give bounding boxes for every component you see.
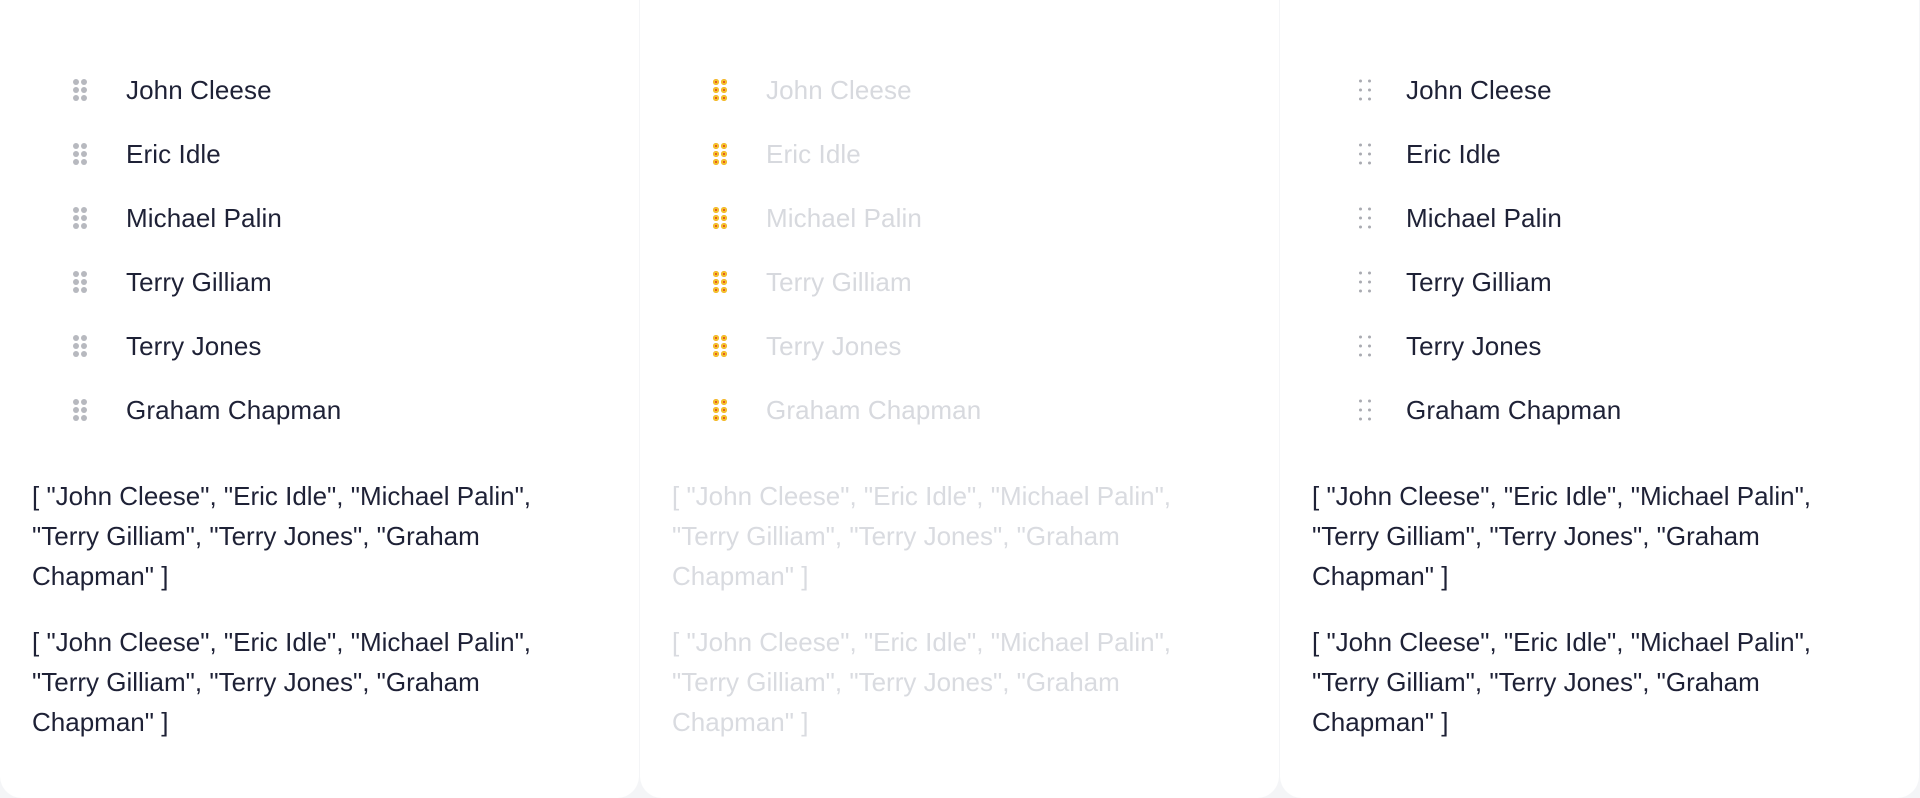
sortable-panel-default: John Cleese Eric Idle Michael Palin Terr… xyxy=(0,0,639,798)
sortable-list: John Cleese Eric Idle Michael Palin Terr… xyxy=(1280,58,1919,442)
sortable-list: John Cleese Eric Idle Michael Palin Terr… xyxy=(640,58,1279,442)
drag-handle-icon[interactable] xyxy=(1359,79,1371,101)
list-item-label: Terry Jones xyxy=(766,330,902,361)
drag-handle-icon xyxy=(713,79,727,101)
list-item[interactable]: John Cleese xyxy=(1280,58,1919,122)
list-item[interactable]: Graham Chapman xyxy=(0,378,639,442)
sortable-list: John Cleese Eric Idle Michael Palin Terr… xyxy=(0,58,639,442)
list-item-label: Eric Idle xyxy=(1406,138,1501,169)
list-item-label: Michael Palin xyxy=(1406,202,1562,233)
order-output: [ "John Cleese", "Eric Idle", "Michael P… xyxy=(1312,481,1812,591)
list-item: Graham Chapman xyxy=(640,378,1279,442)
list-item-label: Terry Gilliam xyxy=(1406,266,1552,297)
list-item-label: Michael Palin xyxy=(126,202,282,233)
list-item[interactable]: John Cleese xyxy=(0,58,639,122)
list-item[interactable]: Michael Palin xyxy=(1280,186,1919,250)
drag-handle-icon[interactable] xyxy=(73,399,87,421)
drag-handle-icon[interactable] xyxy=(73,79,87,101)
order-output: [ "John Cleese", "Eric Idle", "Michael P… xyxy=(672,481,1172,591)
drag-handle-icon[interactable] xyxy=(73,207,87,229)
list-item: Eric Idle xyxy=(640,122,1279,186)
list-item[interactable]: Eric Idle xyxy=(1280,122,1919,186)
drag-handle-icon[interactable] xyxy=(73,143,87,165)
order-output: [ "John Cleese", "Eric Idle", "Michael P… xyxy=(1312,627,1812,737)
list-item-label: Terry Jones xyxy=(126,330,262,361)
list-item[interactable]: Terry Gilliam xyxy=(0,250,639,314)
list-item: Michael Palin xyxy=(640,186,1279,250)
drag-handle-icon[interactable] xyxy=(1359,335,1371,357)
list-item-label: Terry Gilliam xyxy=(126,266,272,297)
drag-handle-icon xyxy=(713,207,727,229)
drag-handle-icon xyxy=(713,143,727,165)
drag-handle-icon[interactable] xyxy=(73,271,87,293)
drag-handle-icon xyxy=(713,335,727,357)
list-item-label: Michael Palin xyxy=(766,202,922,233)
list-item-label: Eric Idle xyxy=(766,138,861,169)
order-output: [ "John Cleese", "Eric Idle", "Michael P… xyxy=(32,627,532,737)
list-item[interactable]: Graham Chapman xyxy=(1280,378,1919,442)
list-item[interactable]: Terry Gilliam xyxy=(1280,250,1919,314)
order-output: [ "John Cleese", "Eric Idle", "Michael P… xyxy=(672,627,1172,737)
list-item-label: John Cleese xyxy=(126,74,272,105)
sortable-panel-disabled: John Cleese Eric Idle Michael Palin Terr… xyxy=(640,0,1279,798)
sortable-panel-custom-handle: John Cleese Eric Idle Michael Palin Terr… xyxy=(1280,0,1919,798)
list-item: Terry Jones xyxy=(640,314,1279,378)
drag-handle-icon[interactable] xyxy=(1359,399,1371,421)
list-item-label: Graham Chapman xyxy=(126,394,342,425)
drag-handle-icon[interactable] xyxy=(1359,143,1371,165)
list-item[interactable]: Terry Jones xyxy=(1280,314,1919,378)
drag-handle-icon[interactable] xyxy=(1359,207,1371,229)
drag-handle-icon[interactable] xyxy=(73,335,87,357)
list-item[interactable]: Michael Palin xyxy=(0,186,639,250)
list-item-label: John Cleese xyxy=(766,74,912,105)
stage: John Cleese Eric Idle Michael Palin Terr… xyxy=(0,0,1920,798)
list-item: John Cleese xyxy=(640,58,1279,122)
list-item-label: Graham Chapman xyxy=(1406,394,1622,425)
list-item-label: Terry Gilliam xyxy=(766,266,912,297)
list-item: Terry Gilliam xyxy=(640,250,1279,314)
drag-handle-icon xyxy=(713,271,727,293)
list-item-label: Terry Jones xyxy=(1406,330,1542,361)
list-item-label: Eric Idle xyxy=(126,138,221,169)
drag-handle-icon[interactable] xyxy=(1359,271,1371,293)
drag-handle-icon xyxy=(713,399,727,421)
list-item-label: Graham Chapman xyxy=(766,394,982,425)
list-item-label: John Cleese xyxy=(1406,74,1552,105)
list-item[interactable]: Terry Jones xyxy=(0,314,639,378)
order-output: [ "John Cleese", "Eric Idle", "Michael P… xyxy=(32,481,532,591)
list-item[interactable]: Eric Idle xyxy=(0,122,639,186)
